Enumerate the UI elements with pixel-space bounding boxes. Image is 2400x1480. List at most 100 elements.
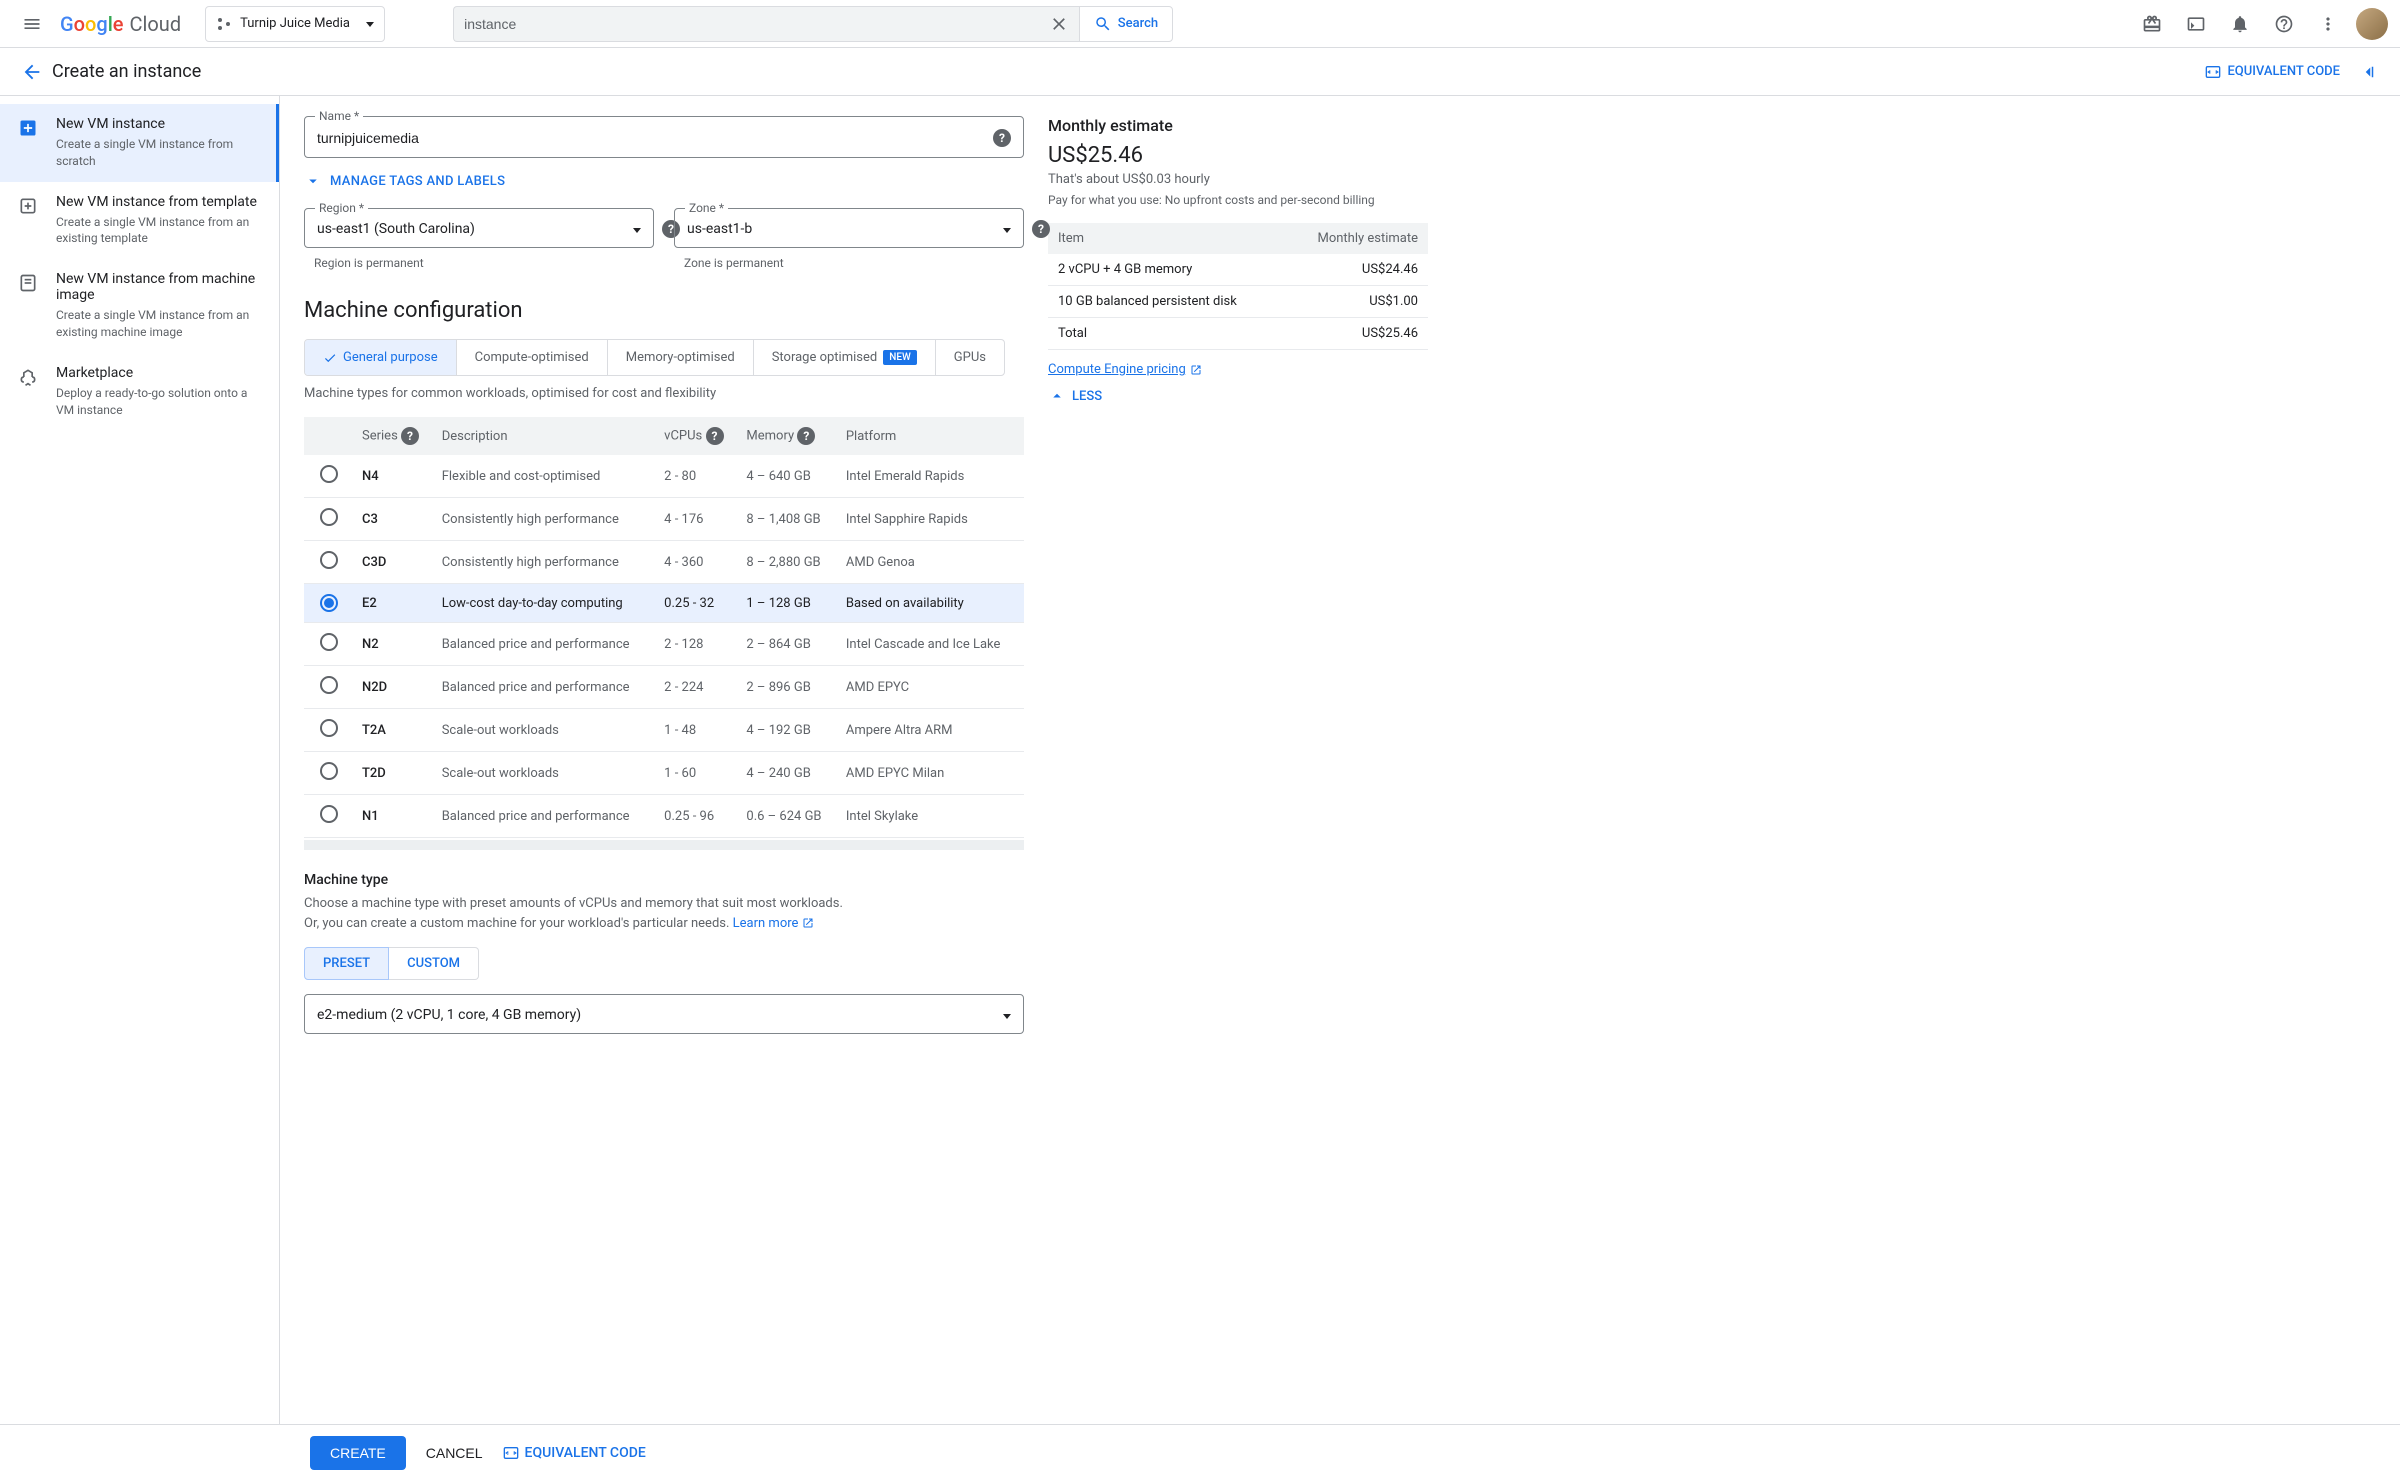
help-icon[interactable]: ? [706,427,724,445]
clear-icon[interactable] [1049,14,1069,34]
series-row[interactable]: T2A Scale-out workloads 1 - 48 4 – 192 G… [304,709,1024,752]
radio[interactable] [320,594,338,612]
nav-title: New VM instance from machine image [56,271,263,303]
nav-title: New VM instance [56,116,260,132]
region-select[interactable]: Region * us-east1 (South Carolina) [304,208,654,248]
less-button[interactable]: LESS [1048,387,1428,405]
menu-icon[interactable] [12,4,52,44]
help-icon[interactable]: ? [401,427,419,445]
estimate-note: Pay for what you use: No upfront costs a… [1048,193,1428,207]
preset-custom-toggle: PRESET CUSTOM [304,947,1024,980]
tab-3[interactable]: Storage optimisedNEW [754,340,936,375]
series-row[interactable]: N1 Balanced price and performance 0.25 -… [304,795,1024,838]
nav-icon [16,116,40,140]
main: New VM instance Create a single VM insta… [0,96,2400,1424]
radio[interactable] [320,465,338,483]
nav-item-2[interactable]: New VM instance from machine image Creat… [0,259,279,353]
tab-0[interactable]: General purpose [305,340,457,375]
estimate-row: 10 GB balanced persistent diskUS$1.00 [1048,286,1428,318]
external-link-icon [1190,364,1202,376]
nav-item-0[interactable]: New VM instance Create a single VM insta… [0,104,279,182]
chevron-up-icon [1048,387,1066,405]
nav-item-3[interactable]: Marketplace Deploy a ready-to-go solutio… [0,353,279,431]
custom-button[interactable]: CUSTOM [389,947,479,980]
radio[interactable] [320,633,338,651]
chevron-down-icon [362,16,374,31]
scrollbar[interactable] [304,840,1024,850]
tab-description: Machine types for common workloads, opti… [304,386,1024,401]
notifications-icon[interactable] [2220,4,2260,44]
avatar[interactable] [2356,8,2388,40]
series-row[interactable]: E2 Low-cost day-to-day computing 0.25 - … [304,584,1024,623]
tab-4[interactable]: GPUs [936,340,1004,375]
create-button[interactable]: CREATE [310,1436,406,1470]
left-nav: New VM instance Create a single VM insta… [0,96,280,1424]
search-wrap: Search [453,6,1173,42]
nav-item-1[interactable]: New VM instance from template Create a s… [0,182,279,260]
region-hint: Region is permanent [314,256,654,270]
machine-config-title: Machine configuration [304,298,1024,323]
page-header: Create an instance EQUIVALENT CODE [0,48,2400,96]
nav-icon [16,271,40,295]
help-icon[interactable]: ? [1032,220,1050,238]
top-bar: Google Cloud Turnip Juice Media Search [0,0,2400,48]
radio[interactable] [320,676,338,694]
machine-type-select[interactable]: e2-medium (2 vCPU, 1 core, 4 GB memory) [304,994,1024,1034]
help-icon[interactable]: ? [797,427,815,445]
external-link-icon [802,917,814,929]
series-row[interactable]: N2D Balanced price and performance 2 - 2… [304,666,1024,709]
manage-tags-expander[interactable]: MANAGE TAGS AND LABELS [304,172,1024,190]
learn-more-link[interactable]: Learn more [733,916,814,931]
cancel-button[interactable]: CANCEL [426,1445,483,1461]
collapse-panel-icon[interactable] [2348,52,2388,92]
search-icon [1094,15,1112,33]
series-row[interactable]: C3D Consistently high performance 4 - 36… [304,541,1024,584]
equivalent-code-button-footer[interactable]: EQUIVALENT CODE [503,1445,646,1461]
radio[interactable] [320,805,338,823]
tab-1[interactable]: Compute-optimised [457,340,608,375]
series-row[interactable]: N2 Balanced price and performance 2 - 12… [304,623,1024,666]
estimate-hourly: That's about US$0.03 hourly [1048,172,1428,187]
help-icon[interactable] [2264,4,2304,44]
content: Name * ? MANAGE TAGS AND LABELS Region *… [280,96,2400,1424]
preset-button[interactable]: PRESET [304,947,389,980]
back-arrow-icon[interactable] [12,52,52,92]
footer: CREATE CANCEL EQUIVALENT CODE [0,1424,2400,1480]
estimate-row: 2 vCPU + 4 GB memoryUS$24.46 [1048,254,1428,286]
gift-icon[interactable] [2132,4,2172,44]
machine-tabs: General purposeCompute-optimisedMemory-o… [304,339,1005,376]
machine-type-desc: Choose a machine type with preset amount… [304,894,1024,933]
tab-2[interactable]: Memory-optimised [608,340,754,375]
series-row[interactable]: N4 Flexible and cost-optimised 2 - 80 4 … [304,455,1024,498]
nav-desc: Deploy a ready-to-go solution onto a VM … [56,385,263,419]
estimate-table: ItemMonthly estimate 2 vCPU + 4 GB memor… [1048,223,1428,350]
project-selector[interactable]: Turnip Juice Media [205,6,385,42]
more-icon[interactable] [2308,4,2348,44]
search-box[interactable] [453,6,1079,42]
search-button[interactable]: Search [1079,6,1173,42]
equivalent-code-button[interactable]: EQUIVALENT CODE [2205,64,2340,80]
estimate-price: US$25.46 [1048,143,1428,168]
nav-desc: Create a single VM instance from scratch [56,136,260,170]
zone-label: Zone * [685,201,728,215]
series-row[interactable]: T2D Scale-out workloads 1 - 60 4 – 240 G… [304,752,1024,795]
help-icon[interactable]: ? [993,129,1011,147]
radio[interactable] [320,719,338,737]
estimate-panel: Monthly estimate US$25.46 That's about U… [1048,116,1428,1404]
search-input[interactable] [464,16,1049,32]
radio[interactable] [320,762,338,780]
pricing-link[interactable]: Compute Engine pricing [1048,362,1202,377]
radio[interactable] [320,551,338,569]
project-name: Turnip Juice Media [240,16,354,31]
name-input[interactable] [317,130,993,146]
logo[interactable]: Google Cloud [60,12,181,36]
page-title: Create an instance [52,61,201,82]
region-label: Region * [315,201,368,215]
zone-select[interactable]: Zone * us-east1-b [674,208,1024,248]
cloud-shell-icon[interactable] [2176,4,2216,44]
radio[interactable] [320,508,338,526]
series-row[interactable]: C3 Consistently high performance 4 - 176… [304,498,1024,541]
nav-desc: Create a single VM instance from an exis… [56,214,263,248]
machine-type-title: Machine type [304,872,1024,888]
chevron-down-icon [999,222,1011,237]
